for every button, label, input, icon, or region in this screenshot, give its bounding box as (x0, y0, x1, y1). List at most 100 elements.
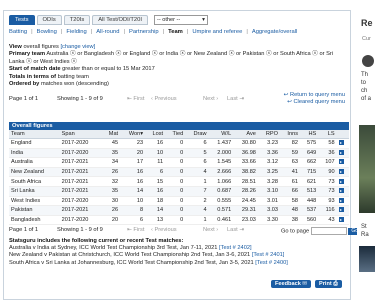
table-row: India 2017-2020 35 20 10 0 5 2.000 36.98 3.36 59 64… (9, 148, 349, 159)
col-team[interactable]: Team (9, 130, 60, 139)
table-cell[interactable]: Pakistan (9, 205, 60, 216)
col-ls[interactable]: LS (318, 130, 337, 139)
col-mat[interactable]: Mat (101, 130, 121, 139)
row-action-icon[interactable]: ▸ (338, 149, 344, 155)
col-hs[interactable]: HS (300, 130, 319, 139)
list-item: Australia v India at Sydney, ICC World T… (9, 245, 252, 252)
first-link[interactable]: ⇤ First (127, 96, 144, 102)
table-cell[interactable]: Australia (9, 157, 60, 168)
table-cell: 560 (300, 215, 319, 226)
subtab-aggregate[interactable]: Aggregate/overall (252, 29, 297, 35)
next-link[interactable]: Next › (203, 96, 218, 102)
col-inns[interactable]: Inns (280, 130, 300, 139)
table-cell: 38.82 (233, 167, 258, 178)
tab-odis[interactable]: ODIs (36, 15, 62, 25)
row-action-icon[interactable]: ▸ (338, 169, 344, 175)
row-action-icon[interactable]: ▸ (338, 140, 344, 146)
last-link-bottom[interactable]: Last ⇥ (227, 227, 244, 233)
row-action-icon[interactable]: ▸ (338, 197, 344, 203)
table-cell: 36 (318, 148, 337, 159)
table-cell: 63 (280, 157, 300, 168)
col-lost[interactable]: Lost (145, 130, 166, 139)
subtab-partnership[interactable]: Partnership (129, 29, 159, 35)
next-link-bottom[interactable]: Next › (203, 227, 218, 233)
table-cell: 3.36 (257, 148, 281, 159)
tab-all[interactable]: All Test/ODI/T20I (92, 15, 148, 25)
start-date-value: greater than or equal to 15 Mar 2017 (62, 66, 155, 73)
table-row: Pakistan 2017-2021 26 8 14 0 4 0.571 29.31 3.03 48… (9, 205, 349, 216)
table-cell: 2017-2020 (59, 196, 102, 207)
right-sidebar: Re Cur Th to ch of a St Ra (357, 0, 375, 300)
subtab-bowling[interactable]: Bowling (37, 29, 57, 35)
table-cell[interactable]: New Zealand (9, 167, 60, 178)
news-image[interactable] (359, 125, 375, 213)
category-tabs: Batting | Bowling | Fielding | All-round | P… (9, 29, 298, 35)
start-date-label: Start of match date (9, 66, 61, 73)
table-cell: 35 (101, 148, 121, 159)
table-cell: 2017-2021 (59, 176, 102, 187)
first-link-bottom[interactable]: ⇤ First (127, 227, 144, 233)
table-cell: 107 (318, 157, 337, 168)
table-cell: 11 (145, 157, 166, 168)
subtab-fielding[interactable]: Fielding (66, 29, 86, 35)
go-to-page: Go to page Go (281, 227, 362, 235)
table-cell: 20 (101, 215, 121, 226)
table-cell: 2017-2021 (59, 157, 102, 168)
table-cell: 17 (120, 157, 146, 168)
col-won[interactable]: Won▾ (120, 130, 146, 139)
cleared-query-link[interactable]: ↩ Cleared query menu (287, 99, 345, 105)
last-link[interactable]: Last ⇥ (227, 96, 244, 102)
news-thumbnail[interactable] (359, 246, 375, 272)
row-action-icon[interactable]: ▸ (338, 159, 344, 165)
row-action-cell: ▸ (336, 167, 349, 178)
list-item: New Zealand v Pakistan at Christchurch, … (9, 252, 285, 259)
table-cell[interactable]: Sri Lanka (9, 186, 60, 197)
subtab-allround[interactable]: All-round (96, 29, 119, 35)
subtab-umpire[interactable]: Umpire and referee (192, 29, 242, 35)
table-cell[interactable]: Bangladesh (9, 215, 60, 226)
change-view-link[interactable]: [change view] (60, 44, 95, 50)
test-link[interactable]: [Test # 2402] (219, 245, 252, 251)
table-cell: 0 (165, 205, 186, 216)
col-wl[interactable]: W/L (208, 130, 234, 139)
feedback-button[interactable]: Feedback ✉ (271, 280, 312, 288)
table-cell[interactable]: India (9, 148, 60, 159)
col-ave[interactable]: Ave (233, 130, 258, 139)
other-select[interactable]: -- other -- ▾ (153, 15, 208, 25)
avatar[interactable] (362, 55, 374, 67)
go-to-page-label: Go to page (281, 228, 310, 235)
row-action-icon[interactable]: ▸ (338, 217, 344, 223)
row-action-icon[interactable]: ▸ (338, 207, 344, 213)
table-cell[interactable]: England (9, 138, 60, 149)
previous-link[interactable]: ‹ Previous (151, 96, 177, 102)
col-draw[interactable]: Draw (185, 130, 209, 139)
col-tied[interactable]: Tied (165, 130, 186, 139)
tab-tests[interactable]: Tests (9, 15, 35, 25)
print-button[interactable]: Print ⎙ (315, 280, 342, 288)
col-span[interactable]: Span (59, 130, 102, 139)
table-cell: 26 (101, 167, 121, 178)
subtab-batting[interactable]: Batting (9, 29, 27, 35)
row-action-cell: ▸ (336, 138, 349, 149)
test-link[interactable]: [Test # 2400] (255, 260, 288, 266)
table-cell: 621 (300, 176, 319, 187)
subtab-team[interactable]: Team (168, 29, 183, 35)
tab-t20is[interactable]: T20Is (63, 15, 91, 25)
table-cell[interactable]: South Africa (9, 176, 60, 187)
showing-indicator: Showing 1 - 9 of 9 (57, 96, 103, 102)
col-rpo[interactable]: RPO (257, 130, 281, 139)
page-number-input[interactable] (310, 227, 347, 235)
other-select-label: -- other -- (156, 17, 181, 23)
table-cell: 1 (185, 215, 209, 226)
row-action-icon[interactable]: ▸ (338, 188, 344, 194)
recent-matches-heading: Statsguru includes the following current… (9, 238, 184, 244)
table-cell[interactable]: West Indies (9, 196, 60, 207)
table-cell: 48 (280, 205, 300, 216)
return-query-link[interactable]: ↩ Return to query menu (284, 92, 345, 98)
previous-link-bottom[interactable]: ‹ Previous (151, 227, 177, 233)
table-cell: 26 (101, 205, 121, 216)
table-cell: 30.80 (233, 138, 258, 149)
table-row: West Indies 2017-2020 30 10 18 0 2 0.555 24.45 3.… (9, 196, 349, 207)
test-link[interactable]: [Test # 2401] (252, 252, 285, 258)
row-action-icon[interactable]: ▸ (338, 178, 344, 184)
